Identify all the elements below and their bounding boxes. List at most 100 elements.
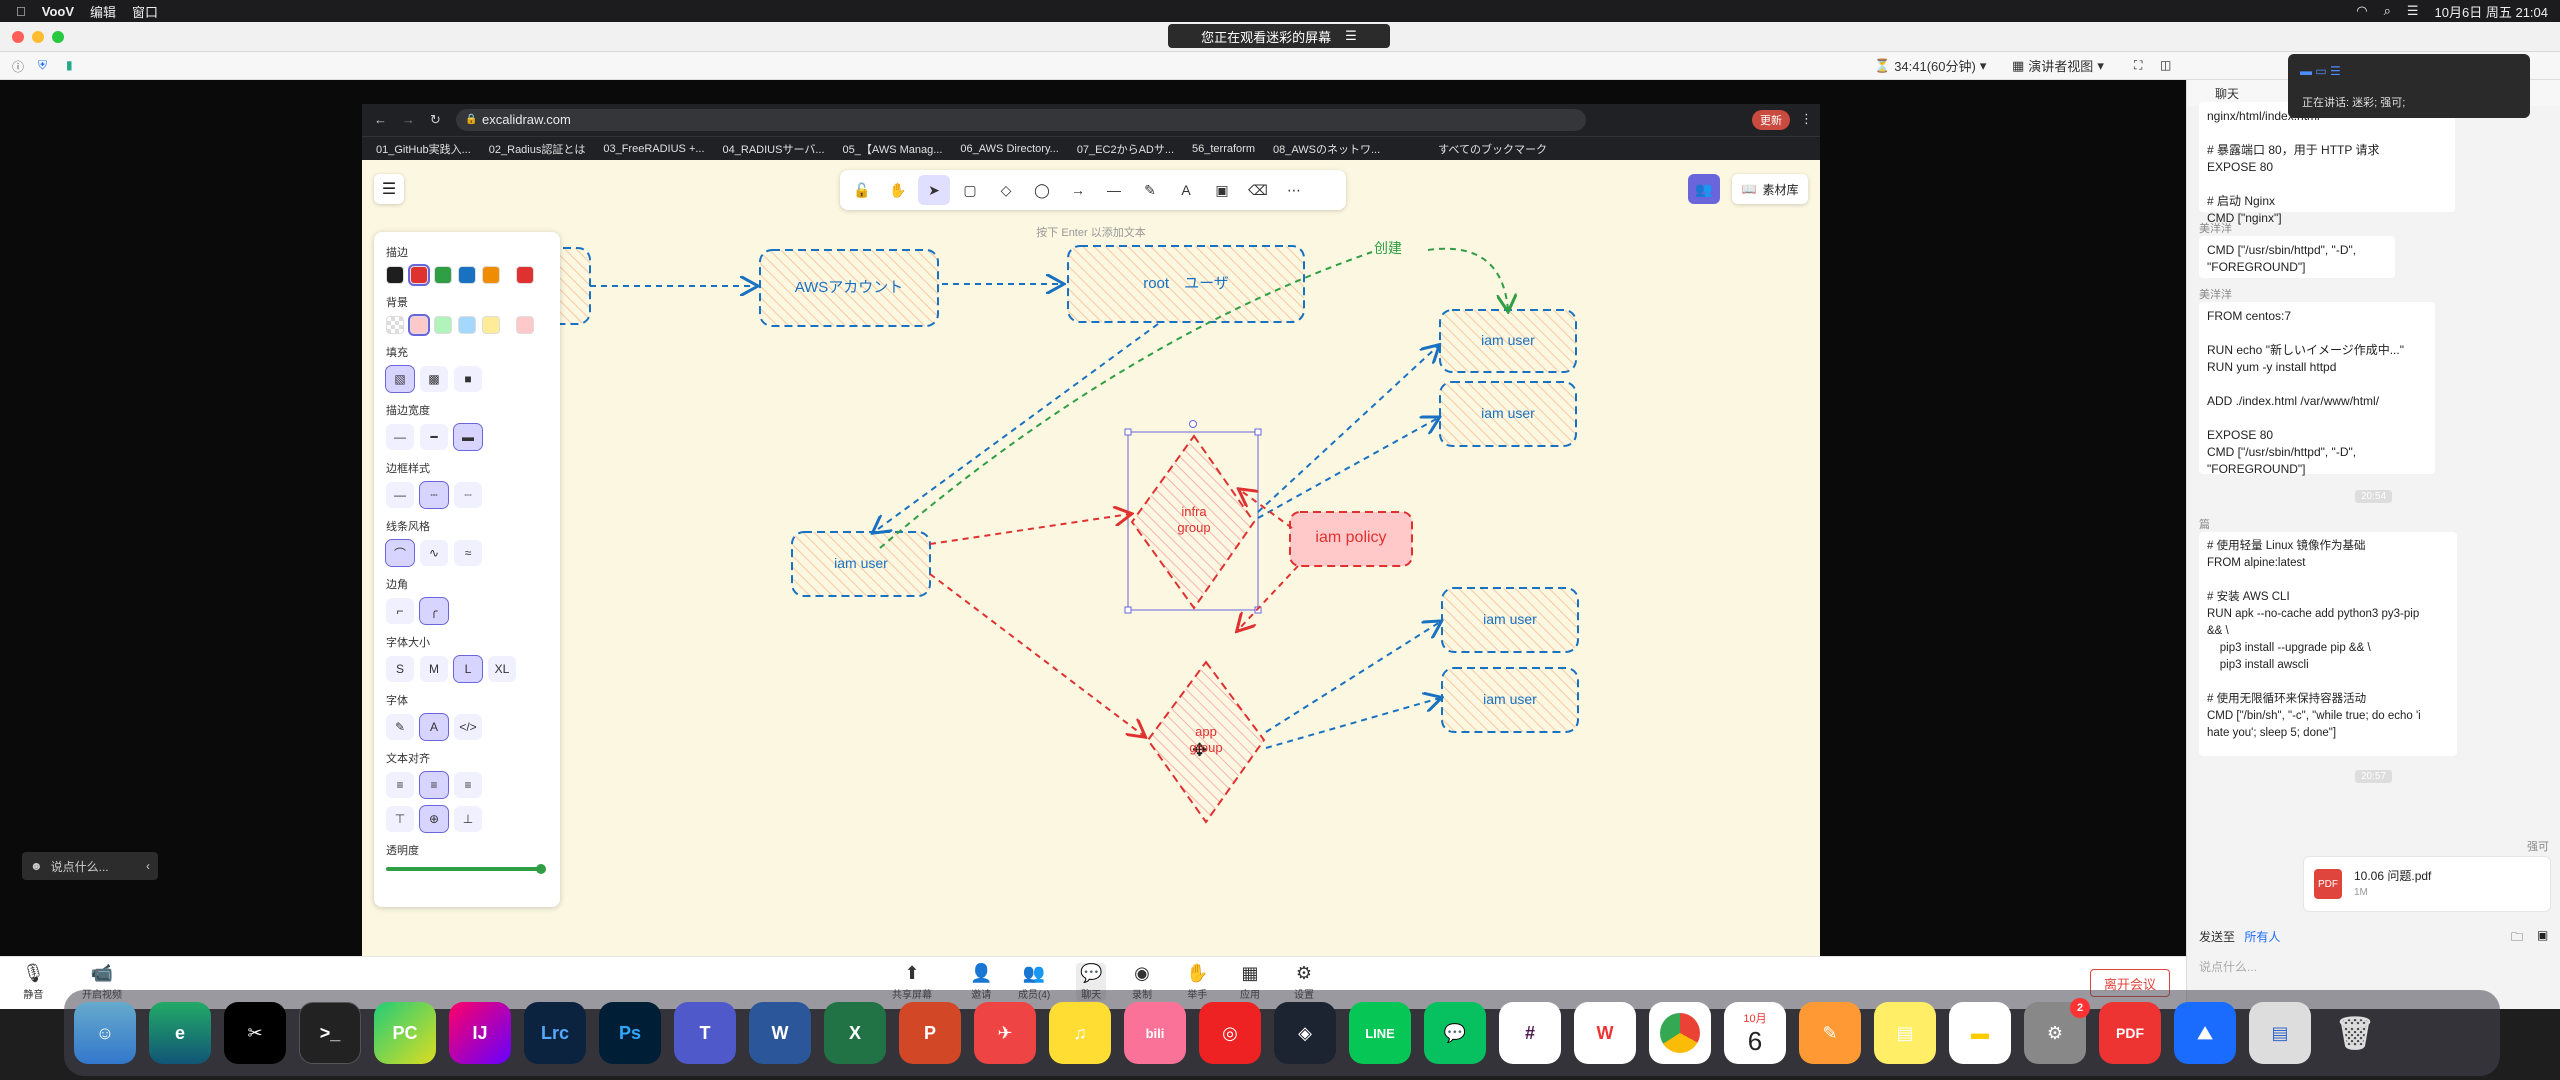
hamburger-menu-button[interactable]: ☰	[374, 174, 404, 204]
terminal-app[interactable]: >_	[299, 1002, 361, 1064]
wifi-icon[interactable]: ◠	[2356, 3, 2367, 19]
bookmark-3[interactable]: 03_FreeRADIUS +...	[603, 143, 704, 155]
stroke-color-red[interactable]	[408, 264, 430, 286]
excel-app[interactable]: X	[824, 1002, 886, 1064]
edge-sharp-icon[interactable]: ⌐	[386, 598, 414, 624]
stroke-color-orange[interactable]	[482, 266, 500, 284]
stroke-dashed-icon[interactable]: ┄	[419, 481, 449, 509]
more-vertical-icon[interactable]: ⋮	[1800, 111, 1813, 127]
file-attachment-card[interactable]: PDF 10.06 问题.pdf 1M	[2303, 856, 2551, 912]
folder-icon[interactable]: 🗀	[2511, 928, 2523, 949]
speaker-floating-window[interactable]: ▬ ▭ ☰ 正在讲话: 迷彩; 强可;	[2288, 54, 2530, 118]
font-handwritten-icon[interactable]: ✎	[386, 714, 414, 740]
text-tool-icon[interactable]: A	[1170, 175, 1202, 205]
send-to-selector[interactable]: 发送至 所有人	[2199, 928, 2280, 945]
arrow-root-to-iam-user[interactable]	[874, 323, 1159, 532]
word-app[interactable]: W	[749, 1002, 811, 1064]
bilibili-app[interactable]: bili	[1124, 1002, 1186, 1064]
lock-tool-icon[interactable]: 🔓	[846, 175, 878, 205]
font-code-icon[interactable]: </>	[454, 714, 482, 740]
image-tool-icon[interactable]: ▣	[1206, 175, 1238, 205]
bookmark-5[interactable]: 05_【AWS Manag...	[843, 141, 943, 157]
netease-app[interactable]: ◎	[1199, 1002, 1261, 1064]
layout-icon[interactable]: ▬ ▭ ☰	[2300, 64, 2341, 78]
view-mode-dropdown[interactable]: ▦ 演讲者视图 ▾	[2012, 56, 2104, 75]
line-tool-icon[interactable]: —	[1098, 175, 1130, 205]
system-settings-app[interactable]: ⚙ 2	[2024, 998, 2090, 1064]
intellij-app[interactable]: IJ	[449, 1002, 511, 1064]
wechat-app[interactable]: 💬	[1424, 1002, 1486, 1064]
chat-message-2[interactable]: CMD ["/usr/sbin/httpd", "-D", "FOREGROUN…	[2199, 236, 2395, 278]
pencil-tool-icon[interactable]: ✎	[1134, 175, 1166, 205]
search-icon[interactable]: ⌕	[2384, 3, 2391, 19]
select-tool-icon[interactable]: ➤	[918, 175, 950, 205]
bg-color-green[interactable]	[434, 316, 452, 334]
bg-color-transparent[interactable]	[386, 316, 404, 334]
bg-color-yellow[interactable]	[482, 316, 500, 334]
close-window-button[interactable]	[12, 31, 24, 43]
valign-bottom-icon[interactable]: ⊥	[454, 806, 482, 832]
chat-input[interactable]: 说点什么...	[2199, 958, 2257, 975]
font-size-m[interactable]: M	[420, 656, 448, 682]
wps-app[interactable]: W	[1574, 1002, 1636, 1064]
powerpoint-app[interactable]: P	[899, 1002, 961, 1064]
align-center-icon[interactable]: ≡	[419, 771, 449, 799]
sloppiness-artist-icon[interactable]: ∿	[420, 540, 448, 566]
control-center-icon[interactable]: ☰	[2407, 3, 2419, 19]
opacity-thumb[interactable]	[536, 864, 546, 874]
menu-window[interactable]: 窗口	[132, 2, 158, 21]
apple-icon[interactable]: 	[16, 4, 26, 19]
chevron-left-icon[interactable]: ‹	[146, 859, 150, 873]
screenshot-icon[interactable]: ▣	[2537, 928, 2548, 942]
minimize-window-button[interactable]	[32, 31, 44, 43]
sloppiness-architect-icon[interactable]: ⌒	[385, 539, 415, 567]
chat-message-3[interactable]: FROM centos:7 RUN echo "新しいイメージ作成中..." R…	[2199, 302, 2435, 476]
hand-tool-icon[interactable]: ✋	[882, 175, 914, 205]
arrow-infra-to-user-2[interactable]	[1257, 418, 1438, 519]
music-app[interactable]: ♫	[1049, 1002, 1111, 1064]
bg-color-pink[interactable]	[408, 314, 430, 336]
arrow-tool-icon[interactable]: →	[1062, 175, 1094, 205]
photoshop-app[interactable]: Ps	[599, 1002, 661, 1064]
fullscreen-icon[interactable]: ⛶	[2134, 58, 2142, 73]
lightroom-app[interactable]: Lrc	[524, 1002, 586, 1064]
stickies-app[interactable]: ▤	[1874, 1002, 1936, 1064]
reaction-input[interactable]: ☻ 说点什么... ‹	[22, 852, 158, 880]
align-left-icon[interactable]: ≡	[386, 772, 414, 798]
bg-color-blue[interactable]	[458, 316, 476, 334]
library-button[interactable]: 📖 素材库	[1732, 174, 1808, 204]
collaborate-button[interactable]: 👥	[1688, 174, 1720, 204]
mute-button[interactable]: 🎙 静音	[22, 963, 45, 1001]
bookmark-1[interactable]: 01_GitHub実践入...	[376, 141, 471, 157]
pycharm-app[interactable]: PC	[374, 1002, 436, 1064]
chrome-app[interactable]	[1649, 1002, 1711, 1064]
font-size-l[interactable]: L	[453, 655, 483, 683]
arrow-user-to-app[interactable]	[929, 573, 1144, 736]
bookmark-6[interactable]: 06_AWS Directory...	[960, 143, 1058, 155]
arrow-user-to-infra[interactable]	[929, 514, 1130, 545]
stroke-dotted-icon[interactable]: ┈	[454, 482, 482, 508]
finder-app[interactable]: ☺	[74, 1002, 136, 1064]
more-tools-icon[interactable]: ⋯	[1278, 175, 1310, 205]
menubar-clock[interactable]: 10月6日 周五 21:04	[2435, 2, 2548, 21]
fill-cross-hatch-icon[interactable]: ▩	[420, 366, 448, 392]
menu-edit[interactable]: 编辑	[90, 2, 116, 21]
bookmark-8[interactable]: 56_terraform	[1192, 143, 1255, 155]
arrow-create-to-user[interactable]	[1427, 247, 1508, 310]
stroke-color-black[interactable]	[386, 266, 404, 284]
all-bookmarks[interactable]: すべてのブックマーク	[1438, 141, 1547, 157]
capcut-app[interactable]: ✂	[224, 1002, 286, 1064]
stroke-color-blue[interactable]	[458, 266, 476, 284]
bookmark-7[interactable]: 07_EC2からADサ...	[1077, 141, 1174, 157]
arrow-app-to-user-4[interactable]	[1265, 622, 1440, 733]
valign-middle-icon[interactable]: ⊕	[419, 805, 449, 833]
trash-app[interactable]: 🗑	[2324, 1002, 2386, 1064]
ellipse-tool-icon[interactable]: ◯	[1026, 175, 1058, 205]
font-size-xl[interactable]: XL	[488, 656, 516, 682]
stroke-extra-bold-icon[interactable]: ▬	[453, 423, 483, 451]
send-to-value[interactable]: 所有人	[2244, 930, 2280, 944]
line-app[interactable]: LINE	[1349, 1002, 1411, 1064]
edge-round-icon[interactable]: ╭	[419, 597, 449, 625]
mail-app[interactable]: ✈	[974, 1002, 1036, 1064]
bg-current-color[interactable]	[516, 316, 534, 334]
